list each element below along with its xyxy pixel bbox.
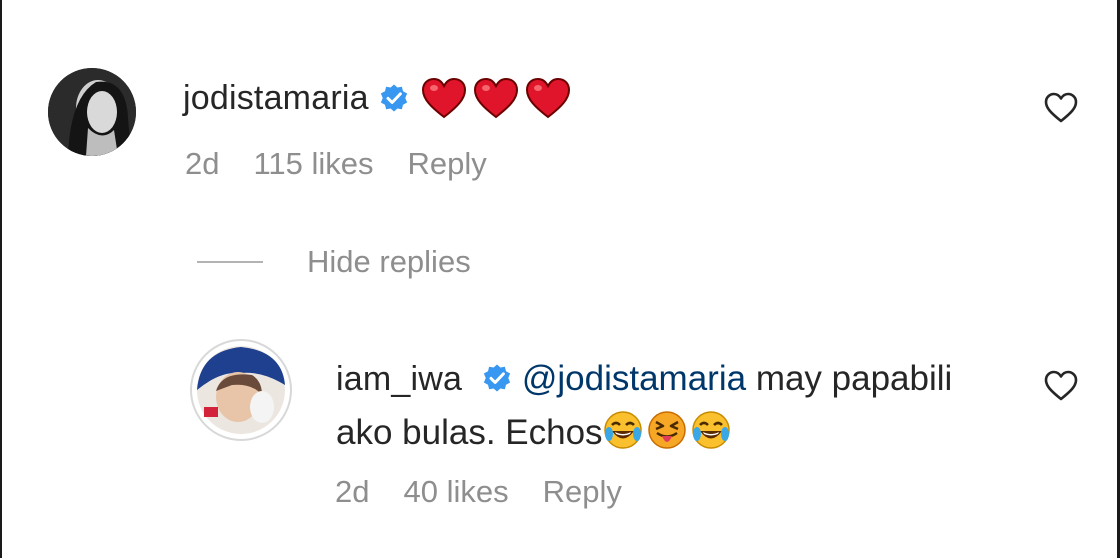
comment-reply-button[interactable]: Reply xyxy=(408,146,487,182)
red-heart-icon xyxy=(421,77,466,119)
red-heart-icon xyxy=(473,77,518,119)
verified-badge-icon xyxy=(483,364,510,392)
avatar-jodistamaria[interactable] xyxy=(48,68,136,156)
comment-username[interactable]: jodistamaria xyxy=(183,79,369,118)
tears-of-joy-emoji-icon xyxy=(603,411,642,449)
avatar-iam-iwa[interactable] xyxy=(190,339,292,441)
verified-badge-icon xyxy=(380,84,407,112)
reply-likes[interactable]: 40 likes xyxy=(403,474,508,510)
divider-line xyxy=(197,261,263,263)
heart-outline-icon[interactable] xyxy=(1044,92,1078,124)
comment-text xyxy=(421,77,571,119)
hide-replies-label: Hide replies xyxy=(307,244,471,279)
hide-replies-toggle[interactable]: Hide replies xyxy=(197,244,471,280)
reply-time[interactable]: 2d xyxy=(335,474,369,510)
reply-mention-link[interactable]: @jodistamaria xyxy=(522,359,746,398)
comment-meta: 2d 115 likes Reply xyxy=(185,146,521,182)
comment-time[interactable]: 2d xyxy=(185,146,219,182)
reply-username[interactable]: iam_iwa xyxy=(336,360,462,398)
reply-reply-button[interactable]: Reply xyxy=(543,474,622,510)
reply-meta: 2d 40 likes Reply xyxy=(335,474,656,510)
squinting-tongue-emoji-icon xyxy=(647,411,686,449)
reply-text: iam_iwa @jodistamaria may papabili ako b… xyxy=(336,352,976,460)
red-heart-icon xyxy=(525,77,570,119)
comment-header: jodistamaria xyxy=(183,76,571,120)
heart-outline-icon[interactable] xyxy=(1044,370,1078,402)
tears-of-joy-emoji-icon xyxy=(691,411,730,449)
comment-likes[interactable]: 115 likes xyxy=(253,146,373,182)
window-border-left xyxy=(0,0,2,558)
